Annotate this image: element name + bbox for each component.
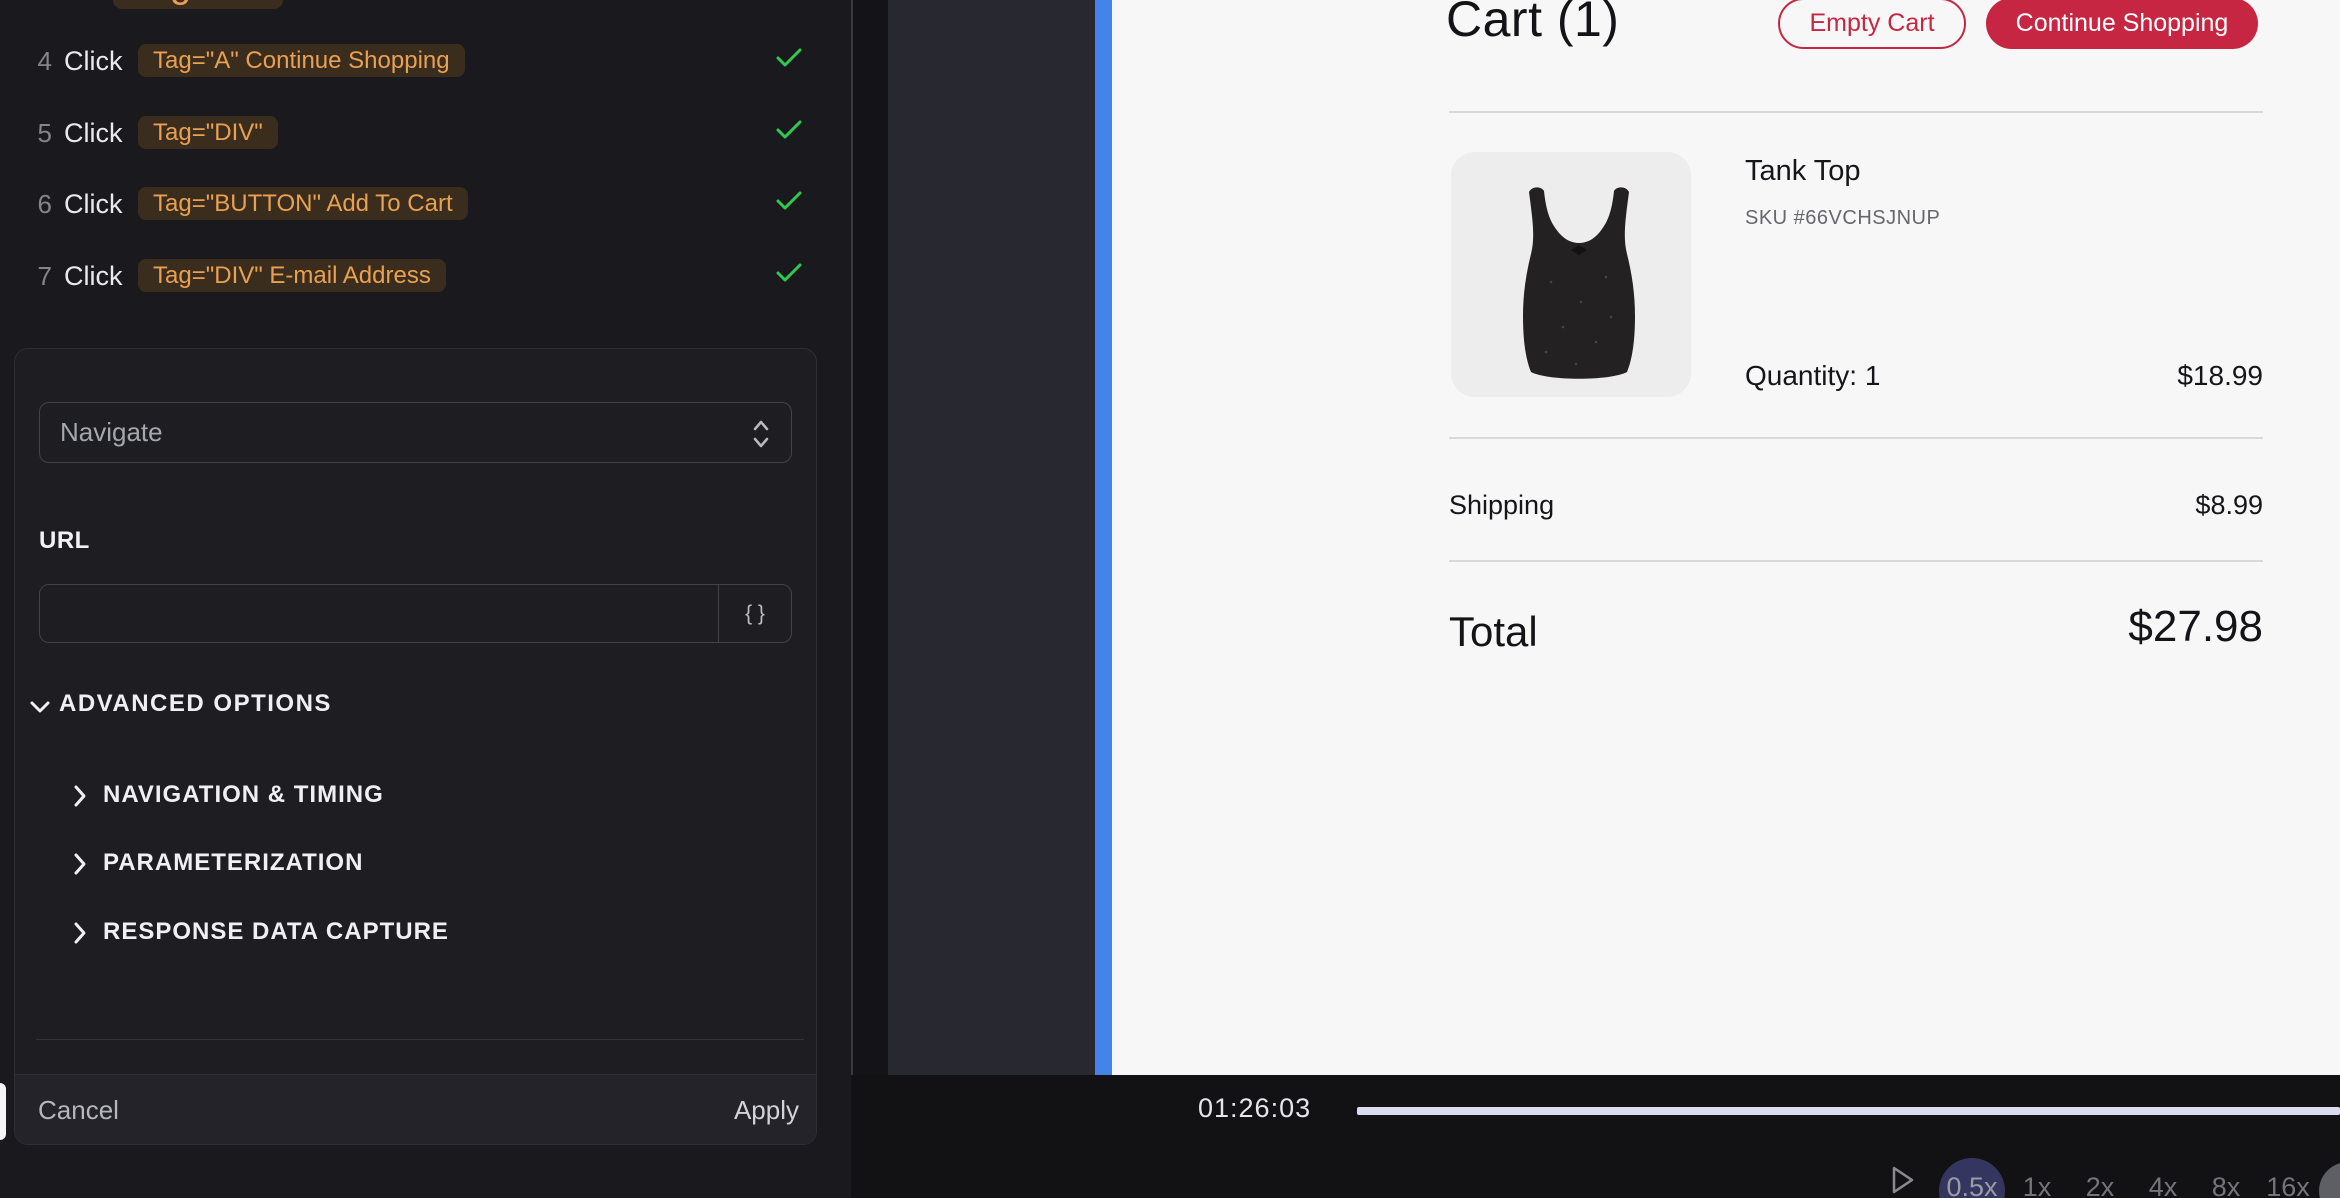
product-image	[1451, 152, 1691, 397]
editor-footer: Cancel Apply	[15, 1074, 816, 1144]
replay-stage-background	[888, 0, 1095, 1075]
select-updown-chevron-icon	[751, 418, 771, 450]
step-target-badge[interactable]: Tag="A" Continue Shopping	[138, 44, 465, 77]
card-divider	[36, 1039, 804, 1040]
insert-variable-button[interactable]: { }	[718, 585, 791, 642]
section-label: NAVIGATION & TIMING	[103, 781, 384, 809]
step-editor-card: Navigate URL { } ADVANCED OPTIONS NAVIGA…	[14, 348, 817, 1145]
tank-top-illustration	[1451, 152, 1691, 397]
step-success-check-icon	[776, 263, 802, 283]
highlight-left-bar	[1095, 0, 1112, 1075]
playback-progress-bar[interactable]	[1357, 1107, 2340, 1115]
step-badge-partial: g	[113, 0, 283, 9]
step-target-badge[interactable]: Tag="DIV" E-mail Address	[138, 259, 446, 292]
step-number: 4	[24, 44, 52, 78]
step-action-label: Click	[64, 44, 123, 78]
panel-gutter	[853, 0, 888, 1075]
url-input-group: { }	[39, 584, 792, 643]
chevron-right-icon	[73, 921, 87, 945]
url-input[interactable]	[40, 585, 718, 642]
app-window: g 4 Click Tag="A" Continue Shopping 5 Cl…	[0, 0, 2340, 1198]
step-target-badge[interactable]: Tag="BUTTON" Add To Cart	[138, 187, 468, 220]
section-label: PARAMETERIZATION	[103, 849, 363, 877]
continue-shopping-button[interactable]: Continue Shopping	[1986, 0, 2258, 49]
step-row-7[interactable]: 7 Click Tag="DIV" E-mail Address	[0, 259, 830, 293]
section-label: RESPONSE DATA CAPTURE	[103, 918, 449, 946]
shipping-label: Shipping	[1449, 490, 1554, 521]
advanced-options-label: ADVANCED OPTIONS	[59, 690, 332, 718]
step-number: 5	[24, 116, 52, 150]
step-action-label: Click	[64, 116, 123, 150]
product-sku: SKU #66VCHSJNUP	[1745, 207, 1940, 230]
product-quantity: Quantity: 1	[1745, 360, 1880, 392]
step-success-check-icon	[776, 191, 802, 211]
replayed-page: Cart (1) Empty Cart Continue Shopping Ta…	[1112, 0, 2340, 1075]
chevron-right-icon	[73, 852, 87, 876]
step-row-4[interactable]: 4 Click Tag="A" Continue Shopping	[0, 44, 830, 78]
step-number: 6	[24, 187, 52, 221]
cancel-button[interactable]: Cancel	[38, 1075, 119, 1145]
step-action-label: Click	[64, 259, 123, 293]
play-icon[interactable]	[1891, 1165, 1915, 1195]
step-row-6[interactable]: 6 Click Tag="BUTTON" Add To Cart	[0, 187, 830, 221]
speed-option-0.5x[interactable]: 0.5x	[1937, 1172, 2007, 1198]
divider	[1449, 111, 2263, 113]
chevron-down-icon	[29, 695, 51, 719]
product-name: Tank Top	[1745, 155, 1861, 188]
playback-timestamp: 01:26:03	[1198, 1093, 1311, 1124]
chevron-right-icon	[73, 784, 87, 808]
step-row-5[interactable]: 5 Click Tag="DIV"	[0, 116, 830, 150]
step-badge-partial-glyph: g	[170, 0, 191, 7]
action-type-select[interactable]: Navigate	[39, 402, 792, 463]
step-action-label: Click	[64, 187, 123, 221]
total-label: Total	[1449, 608, 1538, 656]
shipping-price: $8.99	[2195, 490, 2263, 521]
total-price: $27.98	[2128, 602, 2263, 652]
cart-heading: Cart (1)	[1446, 0, 1619, 48]
speed-option-8x[interactable]: 8x	[2191, 1172, 2261, 1198]
edge-handle[interactable]	[0, 1083, 6, 1140]
step-target-badge[interactable]: Tag="DIV"	[138, 116, 278, 149]
step-success-check-icon	[776, 48, 802, 68]
url-field-label: URL	[39, 527, 90, 555]
speed-option-16x[interactable]: 16x	[2253, 1172, 2323, 1198]
step-number: 7	[24, 259, 52, 293]
speed-option-4x[interactable]: 4x	[2128, 1172, 2198, 1198]
divider	[1449, 560, 2263, 562]
step-success-check-icon	[776, 120, 802, 140]
divider	[1449, 437, 2263, 439]
empty-cart-button[interactable]: Empty Cart	[1778, 0, 1966, 49]
speed-option-2x[interactable]: 2x	[2065, 1172, 2135, 1198]
speed-option-1x[interactable]: 1x	[2002, 1172, 2072, 1198]
apply-button[interactable]: Apply	[734, 1075, 799, 1145]
product-price: $18.99	[2177, 360, 2263, 392]
action-type-value: Navigate	[60, 403, 163, 462]
player-bar: 01:26:03 0.5x 1x 2x 4x 8x 16x	[851, 1075, 2340, 1198]
